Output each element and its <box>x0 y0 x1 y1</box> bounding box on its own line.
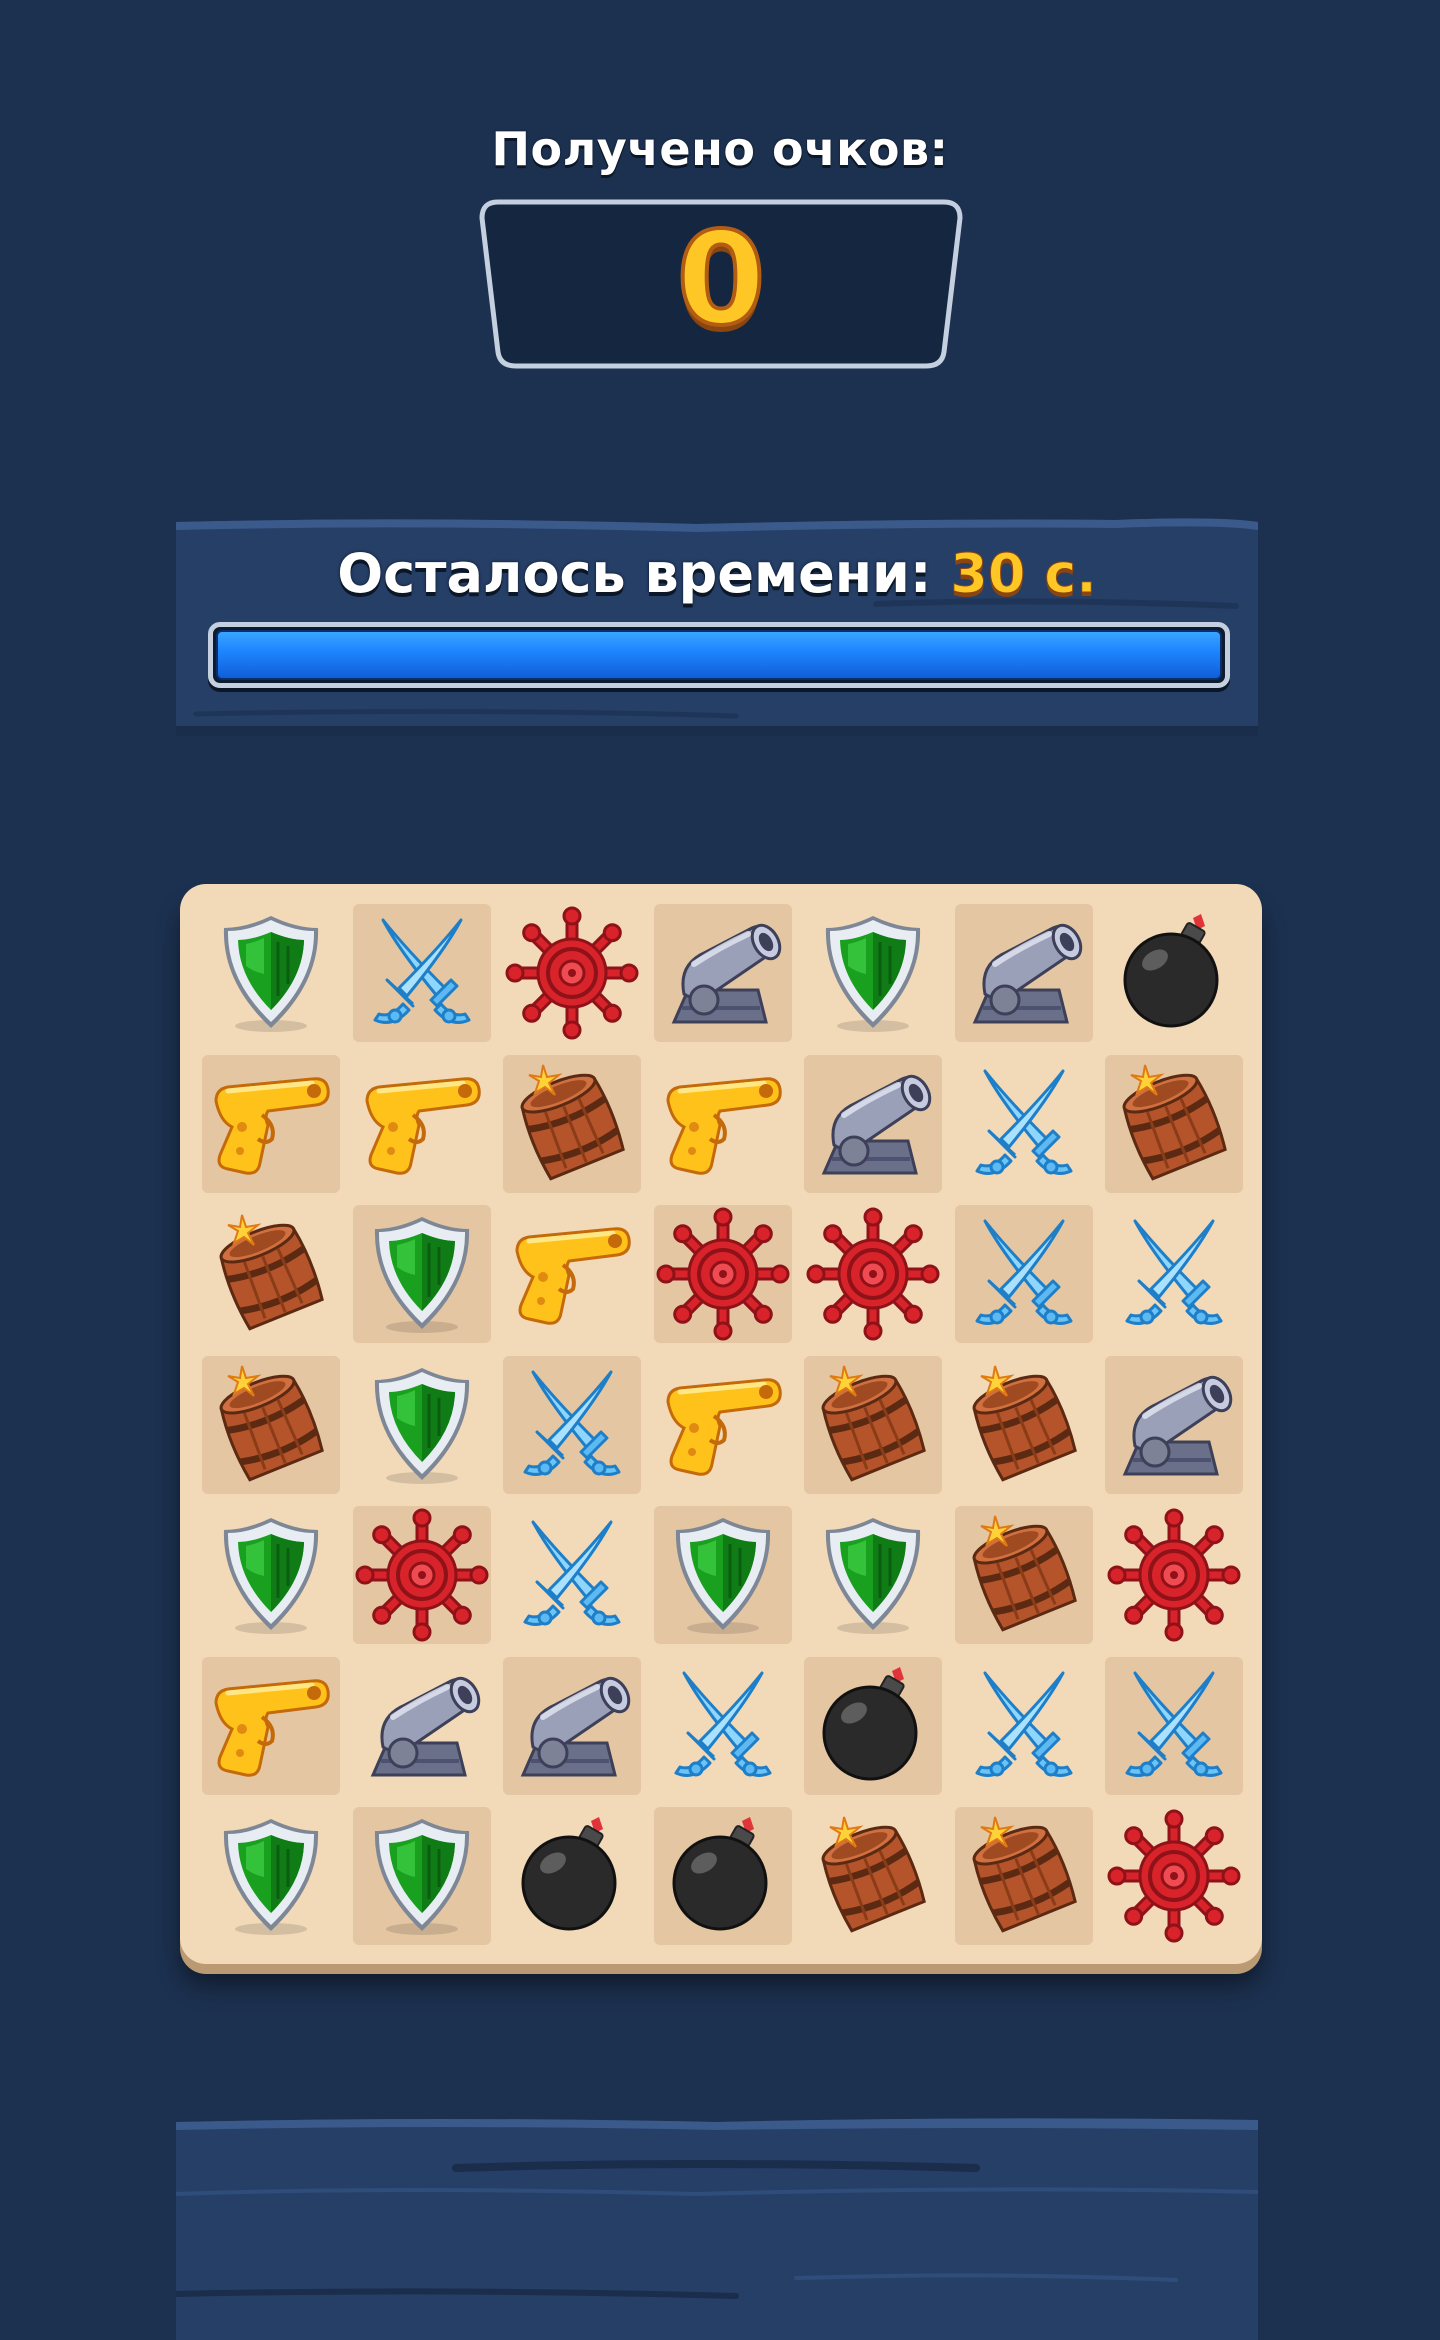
board-cell-r4-c3[interactable] <box>503 1356 641 1494</box>
timer-label: Осталось времени: <box>337 542 932 605</box>
board-cell-r1-c6[interactable] <box>955 904 1093 1042</box>
board-cell-r5-c4[interactable] <box>654 1506 792 1644</box>
timer-progress-fill <box>216 630 1222 680</box>
board-cell-r7-c6[interactable] <box>955 1807 1093 1945</box>
board-cell-r3-c2[interactable] <box>353 1205 491 1343</box>
board-cell-r1-c1[interactable] <box>202 904 340 1042</box>
board-cell-r2-c5[interactable] <box>804 1055 942 1193</box>
score-value: 0 <box>674 203 767 356</box>
timer-progress-bar <box>208 622 1230 688</box>
bottom-panel <box>176 2114 1258 2340</box>
board-cell-r7-c2[interactable] <box>353 1807 491 1945</box>
board-cell-r6-c6[interactable] <box>955 1657 1093 1795</box>
board-cell-r6-c4[interactable] <box>654 1657 792 1795</box>
board-cell-r6-c2[interactable] <box>353 1657 491 1795</box>
game-board <box>180 884 1262 1964</box>
board-cell-r7-c1[interactable] <box>202 1807 340 1945</box>
board-cell-r4-c4[interactable] <box>654 1356 792 1494</box>
board-cell-r3-c4[interactable] <box>654 1205 792 1343</box>
board-cell-r6-c7[interactable] <box>1105 1657 1243 1795</box>
board-cell-r1-c2[interactable] <box>353 904 491 1042</box>
board-cell-r7-c5[interactable] <box>804 1807 942 1945</box>
board-cell-r7-c3[interactable] <box>503 1807 641 1945</box>
board-cell-r4-c7[interactable] <box>1105 1356 1243 1494</box>
timer-panel: Осталось времени: 30 с. <box>176 514 1258 736</box>
board-cell-r2-c1[interactable] <box>202 1055 340 1193</box>
score-label: Получено очков: <box>491 122 949 176</box>
board-cell-r4-c1[interactable] <box>202 1356 340 1494</box>
board-cell-r1-c3[interactable] <box>503 904 641 1042</box>
board-cell-r6-c3[interactable] <box>503 1657 641 1795</box>
board-cell-r4-c2[interactable] <box>353 1356 491 1494</box>
board-cell-r5-c5[interactable] <box>804 1506 942 1644</box>
board-cell-r1-c5[interactable] <box>804 904 942 1042</box>
board-cell-r7-c4[interactable] <box>654 1807 792 1945</box>
board-cell-r3-c3[interactable] <box>503 1205 641 1343</box>
board-cell-r1-c4[interactable] <box>654 904 792 1042</box>
board-cell-r2-c4[interactable] <box>654 1055 792 1193</box>
board-cell-r5-c1[interactable] <box>202 1506 340 1644</box>
board-cell-r4-c5[interactable] <box>804 1356 942 1494</box>
board-cell-r2-c7[interactable] <box>1105 1055 1243 1193</box>
board-cell-r3-c6[interactable] <box>955 1205 1093 1343</box>
score-box: 0 <box>474 196 968 372</box>
board-cell-r2-c2[interactable] <box>353 1055 491 1193</box>
board-cell-r5-c3[interactable] <box>503 1506 641 1644</box>
board-cell-r5-c2[interactable] <box>353 1506 491 1644</box>
board-cell-r6-c1[interactable] <box>202 1657 340 1795</box>
board-cell-r5-c6[interactable] <box>955 1506 1093 1644</box>
board-cell-r6-c5[interactable] <box>804 1657 942 1795</box>
board-cell-r5-c7[interactable] <box>1105 1506 1243 1644</box>
timer-text: Осталось времени: 30 с. <box>176 542 1258 606</box>
board-cell-r3-c7[interactable] <box>1105 1205 1243 1343</box>
timer-value: 30 с. <box>950 542 1097 606</box>
board-cell-r4-c6[interactable] <box>955 1356 1093 1494</box>
board-cell-r7-c7[interactable] <box>1105 1807 1243 1945</box>
board-cell-r1-c7[interactable] <box>1105 904 1243 1042</box>
board-cell-r3-c1[interactable] <box>202 1205 340 1343</box>
board-cell-r2-c3[interactable] <box>503 1055 641 1193</box>
board-cell-r2-c6[interactable] <box>955 1055 1093 1193</box>
board-cell-r3-c5[interactable] <box>804 1205 942 1343</box>
